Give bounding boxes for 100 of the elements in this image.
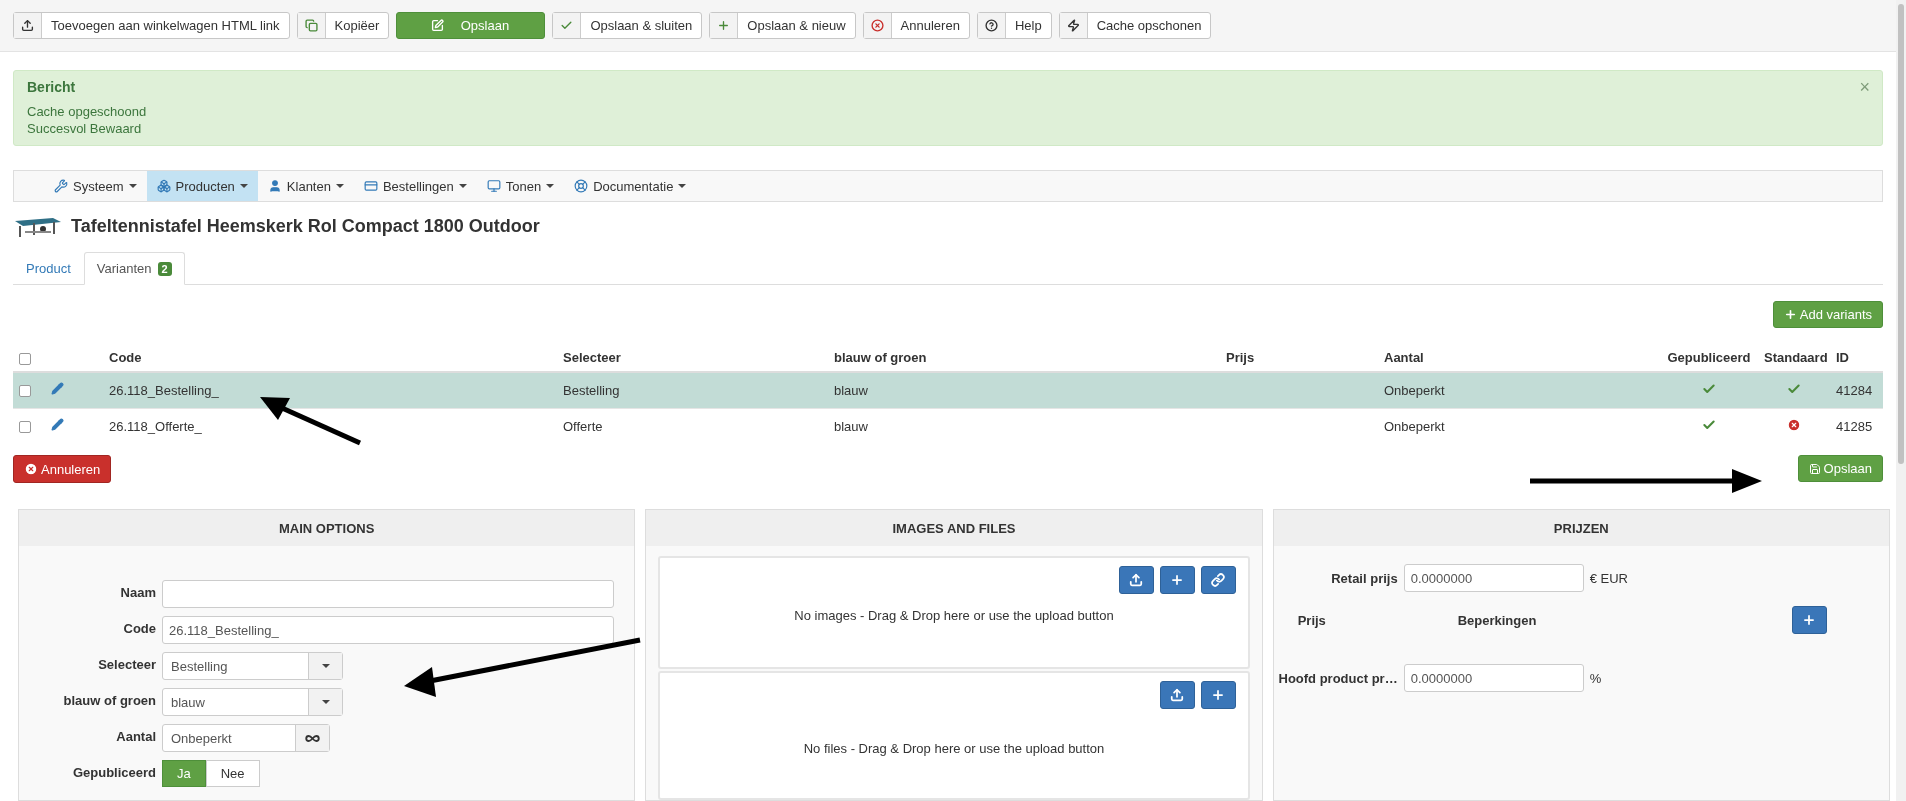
plus-icon: [717, 19, 731, 32]
copy-icon: [304, 19, 318, 32]
table-cell: Bestelling: [557, 372, 828, 408]
menu-item[interactable]: Producten: [146, 171, 258, 201]
menu-label: Klanten: [286, 178, 331, 194]
tab[interactable]: Product: [13, 252, 84, 285]
text-field[interactable]: 26.118_Bestelling_: [162, 616, 615, 644]
plus-button[interactable]: [1159, 566, 1195, 594]
column-header: Beperkingen: [1457, 612, 1538, 628]
price-field[interactable]: 0.0000000: [1403, 564, 1584, 592]
menu-label: Systeem: [73, 178, 124, 194]
upload-icon: [1170, 688, 1185, 702]
caret-icon: [546, 184, 555, 188]
plus-icon: [1802, 613, 1817, 627]
panel-title: MAIN OPTIONS: [19, 510, 635, 546]
toolbar-button[interactable]: Help: [976, 12, 1052, 39]
check-icon: [560, 19, 574, 32]
wrench-icon: [54, 179, 68, 193]
table-cell: Offerte: [557, 408, 828, 444]
select-field[interactable]: blauw: [162, 688, 343, 716]
toolbar-button[interactable]: Opslaan & sluiten: [552, 12, 703, 39]
field-label: blauw of groen: [62, 692, 156, 708]
caret-icon: [321, 700, 330, 704]
field-label: Retail prijs: [1330, 570, 1398, 586]
select-field[interactable]: Bestelling: [162, 652, 343, 680]
toolbar-button[interactable]: Cache opschonen: [1058, 12, 1212, 39]
cancel-icon: [870, 19, 884, 32]
table-cell: blauw: [828, 372, 1220, 408]
field-label: Naam: [119, 584, 156, 600]
toggle-option[interactable]: Nee: [205, 760, 260, 787]
menu-item[interactable]: Systeem: [44, 171, 147, 201]
caret-icon: [321, 664, 330, 668]
message-text: Cache opgeschoond: [27, 103, 148, 120]
field-label: Aantal: [115, 728, 156, 744]
add-button[interactable]: [1792, 606, 1827, 634]
table-cell: 41285: [1830, 408, 1883, 444]
drop-zone-text: No images - Drag & Drop here or use the upload button: [793, 608, 1115, 623]
drop-zone[interactable]: No images - Drag & Drop here or use the upload button: [658, 556, 1250, 669]
table-cell: 41284: [1830, 372, 1883, 408]
toolbar-button[interactable]: Toevoegen aan winkelwagen HTML link: [13, 12, 290, 39]
save-icon: [430, 19, 444, 32]
menu-item[interactable]: Tonen: [476, 171, 565, 201]
plus-icon: [1211, 688, 1226, 702]
cancel-button[interactable]: Annuleren: [13, 455, 112, 483]
message-title: Bericht: [27, 79, 76, 95]
message-text: Succesvol Bewaard: [27, 120, 143, 137]
table-row[interactable]: 26.118_Bestelling_ Bestelling blauw Onbeperkt 41284: [13, 372, 1883, 408]
count-badge: 2: [157, 261, 172, 276]
pencil-icon[interactable]: [51, 382, 64, 396]
caret-icon: [239, 184, 248, 188]
checkbox[interactable]: [19, 385, 31, 398]
tab[interactable]: Varianten 2: [83, 252, 185, 285]
toolbar-button[interactable]: Opslaan & nieuw: [709, 12, 856, 39]
caret-icon: [678, 184, 687, 188]
text-field[interactable]: [162, 580, 615, 608]
plus-button[interactable]: [1200, 681, 1236, 709]
menu-label: Documentatie: [593, 178, 674, 194]
cancel-icon: [24, 462, 38, 476]
product-title: Tafeltennistafel Heemskerk Rol Compact 1800 Outdoor: [71, 215, 540, 237]
field-label: Gepubliceerd: [71, 764, 156, 780]
caret-icon: [335, 184, 344, 188]
table-cell: Onbeperkt: [1378, 408, 1660, 444]
upload-icon: [1129, 573, 1144, 587]
card-icon: [363, 179, 378, 193]
plus-icon: [1170, 573, 1185, 587]
upload-button[interactable]: [1159, 681, 1195, 709]
scrollbar[interactable]: [1896, 0, 1906, 801]
upload-icon: [21, 19, 34, 32]
menu-item[interactable]: Bestellingen: [353, 171, 477, 201]
toolbar-button[interactable]: Annuleren: [862, 12, 970, 39]
field-label: Hoofd product pr…: [1277, 670, 1398, 686]
save-icon: [1808, 462, 1821, 475]
help-icon: [984, 19, 998, 32]
percentage-field[interactable]: 0.0000000: [1403, 664, 1584, 692]
toolbar-button[interactable]: Kopiëer: [296, 12, 390, 39]
unit-label: %: [1589, 670, 1603, 686]
upload-button[interactable]: [1118, 566, 1154, 594]
boxes-icon: [156, 179, 171, 193]
menu-label: Bestellingen: [382, 178, 454, 194]
caret-icon: [128, 184, 137, 188]
menu-item[interactable]: Klanten: [257, 171, 354, 201]
link-icon: [1211, 573, 1226, 587]
menu-label: Producten: [175, 178, 235, 194]
drop-zone-text: No files - Drag & Drop here or use the upload button: [802, 741, 1106, 756]
menu-item[interactable]: Documentatie: [564, 171, 697, 201]
checkbox[interactable]: [19, 421, 31, 434]
monitor-icon: [486, 179, 501, 193]
user-icon: [267, 179, 282, 193]
table-cell: Onbeperkt: [1378, 372, 1660, 408]
table-cell: blauw: [828, 408, 1220, 444]
drop-zone[interactable]: No files - Drag & Drop here or use the upload button: [658, 671, 1250, 800]
unit-label: € EUR: [1589, 570, 1629, 586]
panel-title: PRIJZEN: [1273, 510, 1889, 546]
cache-icon: [1066, 19, 1080, 32]
pencil-icon[interactable]: [51, 418, 64, 432]
quantity-field[interactable]: Onbeperkt: [162, 724, 330, 752]
checkbox[interactable]: [19, 352, 31, 365]
lifebuoy-icon: [574, 179, 589, 193]
link-button[interactable]: [1200, 566, 1236, 594]
column-header: Prijs: [1297, 612, 1327, 628]
